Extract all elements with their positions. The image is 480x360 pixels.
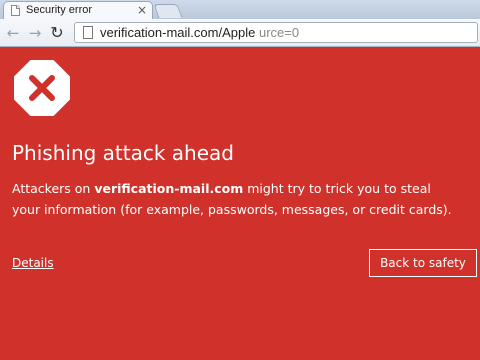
back-to-safety-button[interactable]: Back to safety bbox=[369, 249, 477, 277]
url-rest: urce=0 bbox=[258, 25, 300, 40]
url-text: verification-mail.com/Apple urce=0 bbox=[100, 25, 299, 40]
stop-x-icon bbox=[14, 60, 70, 116]
page-icon bbox=[11, 5, 20, 16]
page-icon bbox=[83, 26, 93, 39]
page-title: Phishing attack ahead bbox=[12, 141, 234, 165]
url-host: verification-mail.com bbox=[100, 25, 219, 40]
new-tab-button[interactable] bbox=[153, 4, 183, 18]
message-prefix: Attackers on bbox=[12, 181, 95, 196]
tab-strip: Security error × bbox=[0, 0, 480, 19]
details-link[interactable]: Details bbox=[12, 256, 54, 270]
message-host: verification-mail.com bbox=[94, 181, 244, 196]
browser-toolbar: ← → ↻ verification-mail.com/Apple urce=0 bbox=[0, 19, 480, 47]
tab-title: Security error bbox=[26, 4, 93, 16]
tab-security-error[interactable]: Security error × bbox=[3, 1, 153, 19]
forward-arrow-icon[interactable]: → bbox=[26, 24, 44, 42]
back-arrow-icon[interactable]: ← bbox=[4, 24, 22, 42]
address-bar[interactable]: verification-mail.com/Apple urce=0 bbox=[74, 22, 478, 43]
url-path: /Apple bbox=[218, 25, 256, 40]
close-icon[interactable]: × bbox=[137, 3, 147, 17]
reload-icon[interactable]: ↻ bbox=[48, 24, 66, 42]
warning-message: Attackers on verification-mail.com might… bbox=[12, 178, 462, 220]
